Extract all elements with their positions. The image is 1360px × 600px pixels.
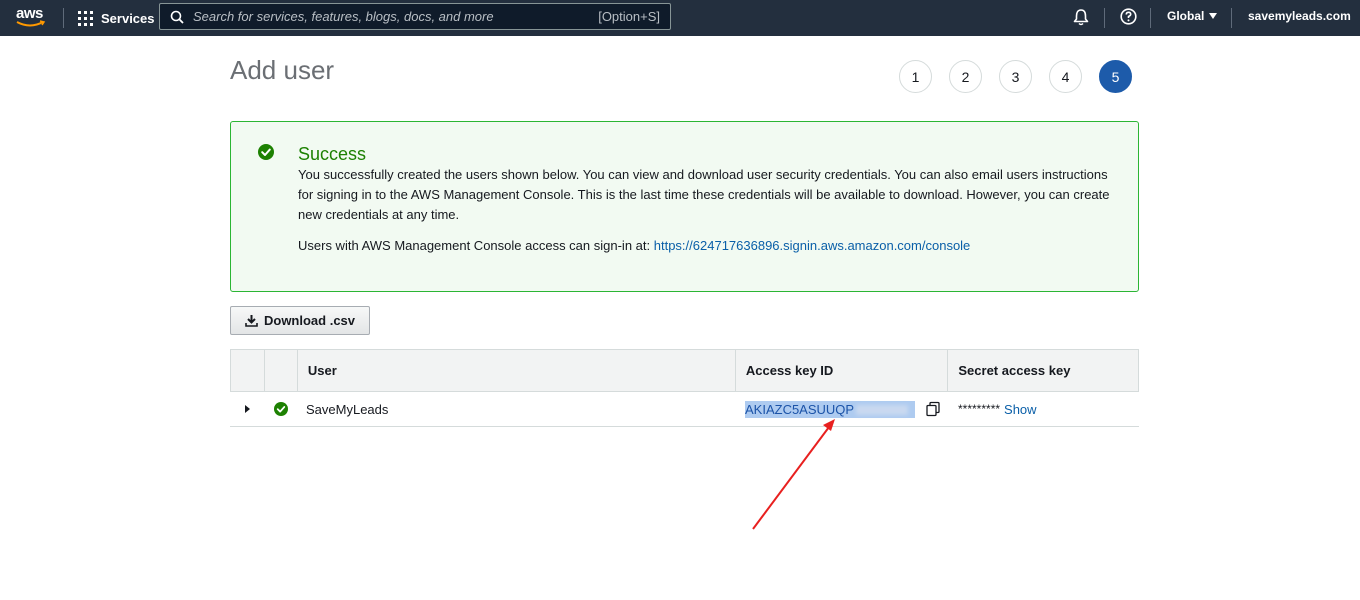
- expand-cell: [230, 392, 264, 426]
- column-header-user[interactable]: User: [298, 350, 736, 391]
- aws-smile-icon: [16, 20, 46, 27]
- signin-url-link[interactable]: https://624717636896.signin.aws.amazon.c…: [654, 238, 971, 253]
- column-header-access-key-id[interactable]: Access key ID: [736, 350, 949, 391]
- step-3-button[interactable]: 3: [999, 60, 1032, 93]
- services-label: Services: [101, 10, 155, 26]
- signin-text: Users with AWS Management Console access…: [298, 238, 651, 253]
- nav-divider: [1104, 8, 1105, 28]
- annotation-arrow-icon: [752, 419, 835, 530]
- grid-icon: [78, 10, 93, 26]
- copy-icon[interactable]: [925, 401, 941, 417]
- download-icon: [245, 315, 258, 327]
- page-title: Add user: [230, 55, 335, 85]
- header-status-cell: [265, 350, 298, 391]
- secret-key-cell: ********* Show: [949, 392, 1139, 426]
- nav-divider: [63, 8, 64, 28]
- top-navigation-bar: aws Services [Option+S] Global savem: [0, 0, 1360, 36]
- column-header-secret-access-key[interactable]: Secret access key: [948, 350, 1138, 391]
- step-2-button[interactable]: 2: [949, 60, 982, 93]
- secret-key-mask: *********: [958, 402, 1001, 416]
- services-menu-button[interactable]: Services: [78, 0, 155, 36]
- search-shortcut-hint: [Option+S]: [598, 9, 660, 24]
- alert-message: You successfully created the users shown…: [298, 167, 1110, 222]
- wizard-steps: 1 2 3 4 5: [899, 60, 1132, 93]
- account-label: savemyleads.com: [1248, 9, 1351, 23]
- check-circle-icon: [258, 144, 274, 160]
- status-cell: [264, 392, 297, 426]
- download-csv-button[interactable]: Download .csv: [230, 306, 370, 335]
- expand-row-icon[interactable]: [244, 405, 250, 413]
- signin-info: Users with AWS Management Console access…: [298, 238, 970, 253]
- step-1-button[interactable]: 1: [899, 60, 932, 93]
- search-input[interactable]: [193, 9, 599, 24]
- search-icon: [170, 10, 184, 24]
- show-secret-link[interactable]: Show: [1004, 402, 1037, 417]
- user-name-cell: SaveMyLeads: [306, 401, 389, 417]
- table-row: SaveMyLeads AKIAZC5ASUUQP ********* Show: [230, 392, 1139, 427]
- users-table: User Access key ID Secret access key Sav…: [230, 349, 1139, 427]
- header-expand-cell: [231, 350, 265, 391]
- success-check-icon: [273, 402, 288, 416]
- account-menu[interactable]: savemyleads.com: [1248, 0, 1351, 32]
- aws-logo[interactable]: aws: [16, 5, 46, 29]
- caret-down-icon: [1209, 13, 1218, 19]
- alert-title: Success: [298, 144, 367, 164]
- region-label: Global: [1167, 9, 1205, 23]
- search-bar[interactable]: [Option+S]: [159, 3, 671, 30]
- step-4-button[interactable]: 4: [1049, 60, 1082, 93]
- help-icon[interactable]: [1120, 8, 1137, 25]
- nav-divider: [1150, 8, 1151, 28]
- bell-icon[interactable]: [1072, 8, 1090, 26]
- step-5-button[interactable]: 5: [1099, 60, 1132, 93]
- download-csv-label: Download .csv: [263, 313, 356, 328]
- table-header: User Access key ID Secret access key: [230, 349, 1139, 392]
- success-alert: Success You successfully created the use…: [230, 121, 1139, 292]
- access-key-redacted: [856, 405, 909, 416]
- region-selector[interactable]: Global: [1167, 0, 1218, 32]
- nav-divider: [1231, 8, 1232, 28]
